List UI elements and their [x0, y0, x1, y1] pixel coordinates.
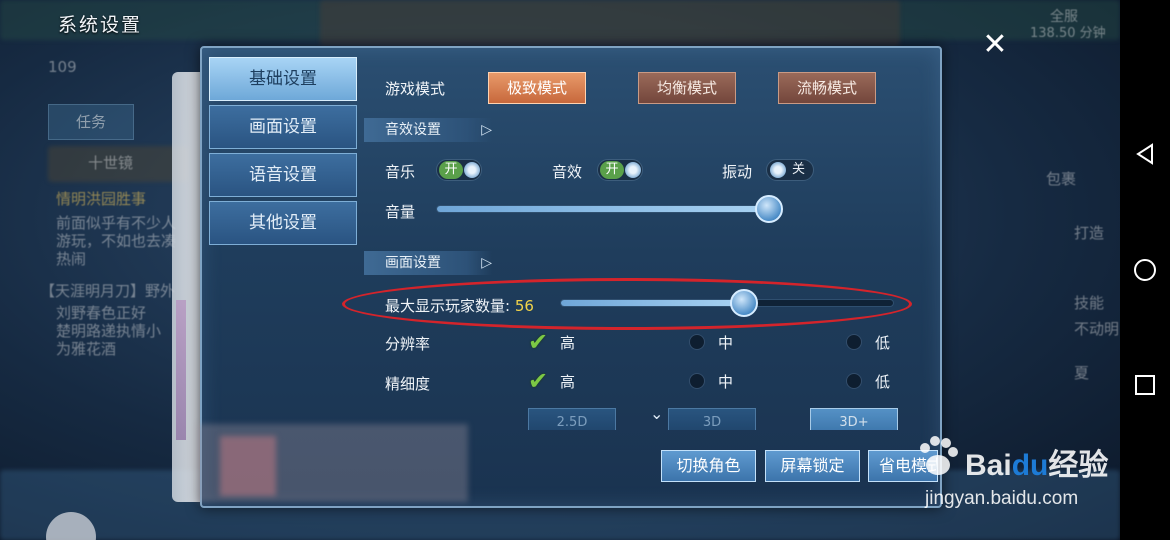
graphics-section-title: 画面设置 — [385, 255, 441, 271]
bg-skill-sub: 不动明 — [1074, 320, 1120, 338]
chevron-down-icon[interactable]: ⌄ — [650, 404, 663, 423]
render-25d-button[interactable]: 2.5D — [528, 408, 616, 430]
mode-smooth-button[interactable]: 流畅模式 — [778, 72, 876, 104]
resolution-label: 分辨率 — [385, 335, 431, 353]
window-title: 系统设置 — [58, 14, 143, 36]
watermark-url: jingyan.baidu.com — [925, 488, 1079, 509]
toggle-knob-icon — [770, 162, 786, 178]
bg-bag-label: 包裹 — [1046, 170, 1077, 188]
mode-extreme-button[interactable]: 极致模式 — [488, 72, 586, 104]
toggle-knob-icon — [625, 162, 641, 178]
nav-voice-settings[interactable]: 语音设置 — [209, 153, 357, 197]
detail-medium-radio[interactable] — [689, 373, 705, 389]
chevron-right-icon: ▷ — [481, 255, 492, 271]
system-nav-bar — [1120, 0, 1170, 540]
baidu-paw-icon — [920, 436, 958, 475]
vibration-toggle[interactable]: 关 — [766, 159, 814, 181]
recents-icon[interactable] — [1133, 373, 1157, 397]
resolution-low: 低 — [875, 334, 891, 352]
sfx-toggle-state: 开 — [600, 161, 624, 179]
music-toggle-state: 开 — [439, 161, 463, 179]
audio-section-title: 音效设置 — [385, 122, 441, 138]
checkmark-icon[interactable]: ✔ — [528, 369, 548, 393]
watermark-brand: Baidu经验 — [965, 440, 1108, 484]
render-3dplus-button[interactable]: 3D+ — [810, 408, 898, 430]
bg-forge-label: 打造 — [1074, 224, 1105, 242]
music-label: 音乐 — [385, 163, 416, 181]
bg-quest-line: 热闹 — [56, 250, 87, 268]
graphics-section-header: 画面设置 ▷ — [364, 251, 492, 275]
vibration-toggle-state: 关 — [792, 162, 806, 177]
bg-quest-line: 情明洪园胜事 — [56, 190, 147, 208]
music-toggle[interactable]: 开 — [436, 159, 482, 181]
back-icon[interactable] — [1133, 142, 1157, 166]
audio-section-header: 音效设置 ▷ — [364, 118, 492, 142]
sfx-toggle[interactable]: 开 — [597, 159, 643, 181]
nav-display-settings[interactable]: 画面设置 — [209, 105, 357, 149]
volume-slider-fill — [437, 206, 769, 212]
nav-basic-settings[interactable]: 基础设置 — [209, 57, 357, 101]
vibration-label: 振动 — [722, 163, 753, 181]
chevron-right-icon: ▷ — [481, 122, 492, 138]
lock-screen-button[interactable]: 屏幕锁定 — [765, 450, 860, 482]
detail-low-radio[interactable] — [846, 373, 862, 389]
volume-slider-knob[interactable] — [755, 195, 783, 223]
settings-sidenav: 基础设置 画面设置 语音设置 其他设置 — [209, 57, 357, 249]
resolution-medium-radio[interactable] — [689, 334, 705, 350]
bg-timer: 138.50 分钟 — [1030, 26, 1106, 41]
annotation-highlight-ellipse — [342, 278, 912, 330]
bg-level: 109 — [48, 58, 77, 76]
bg-skill-label: 技能 — [1074, 294, 1105, 312]
close-icon[interactable]: ✕ — [980, 30, 1010, 60]
detail-label: 精细度 — [385, 375, 431, 393]
render-3d-button[interactable]: 3D — [668, 408, 756, 430]
detail-high: 高 — [560, 373, 576, 391]
mode-balanced-button[interactable]: 均衡模式 — [638, 72, 736, 104]
ribbon-decoration — [176, 300, 186, 440]
home-icon[interactable] — [1133, 258, 1157, 282]
baidu-watermark: Baidu经验 jingyan.baidu.com — [905, 432, 1110, 522]
game-mode-label: 游戏模式 — [385, 80, 446, 98]
resolution-medium: 中 — [718, 334, 734, 352]
nav-other-settings[interactable]: 其他设置 — [209, 201, 357, 245]
bg-quest-line: 【天涯明月刀】野外 — [40, 282, 176, 300]
bg-misc: 夏 — [1074, 364, 1090, 382]
bg-quest-line: 为雅花酒 — [56, 340, 117, 358]
switch-role-button[interactable]: 切换角色 — [661, 450, 756, 482]
watermark-brand-du: du — [1011, 449, 1049, 482]
bg-quest-title: 十世镜 — [88, 154, 134, 172]
sfx-label: 音效 — [552, 163, 583, 181]
volume-label: 音量 — [385, 203, 416, 221]
resolution-low-radio[interactable] — [846, 334, 862, 350]
volume-slider[interactable] — [436, 195, 783, 223]
watermark-suffix: 经验 — [1048, 449, 1109, 482]
watermark-brand-bai: Bai — [965, 449, 1012, 482]
checkmark-icon[interactable]: ✔ — [528, 330, 548, 354]
resolution-high: 高 — [560, 334, 576, 352]
detail-low: 低 — [875, 373, 891, 391]
detail-medium: 中 — [718, 373, 734, 391]
settings-content: 游戏模式 极致模式 均衡模式 流畅模式 音效设置 ▷ 音乐 开 音效 开 振动 … — [364, 58, 964, 430]
bg-task-tab: 任务 — [48, 104, 134, 140]
toggle-knob-icon — [464, 162, 480, 178]
blurred-player-portrait — [220, 436, 276, 496]
